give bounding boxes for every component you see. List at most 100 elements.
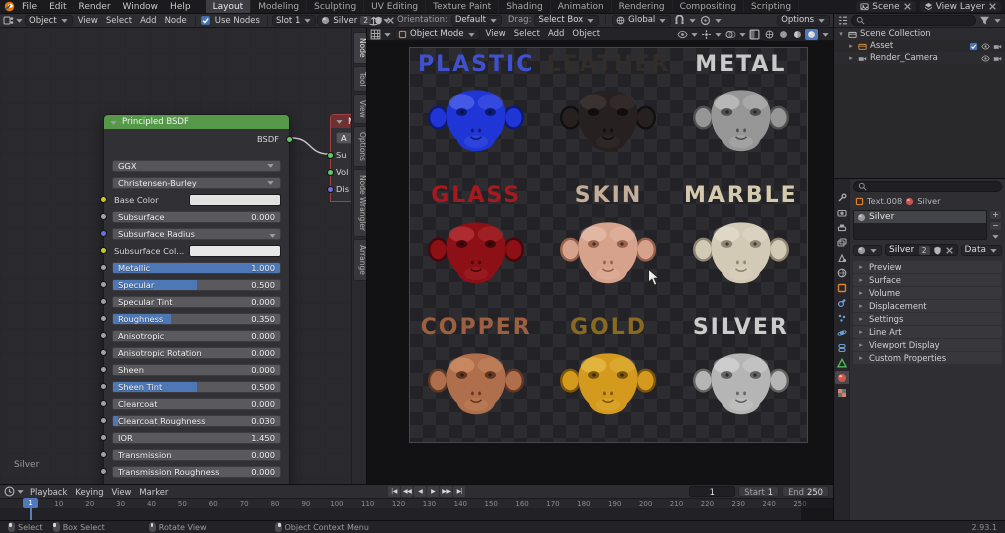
outliner-row-scene-collection[interactable]: ▾ Scene Collection: [834, 28, 1005, 40]
previous-keyframe-button[interactable]: ◀◀: [401, 486, 414, 497]
material-sample-glass[interactable]: GLASS: [410, 179, 542, 310]
timeline-menu-view[interactable]: View: [108, 487, 136, 497]
breadcrumb-material[interactable]: Silver: [917, 196, 940, 206]
properties-tab-modifiers[interactable]: [835, 296, 849, 309]
input-socket-sheen-tint[interactable]: [100, 383, 107, 390]
sidebar-tab-tool[interactable]: Tool: [353, 65, 366, 93]
shading-material-preview-button[interactable]: [791, 29, 804, 40]
caret-down-icon[interactable]: [821, 30, 830, 39]
input-socket-subsurface-col[interactable]: [100, 247, 107, 254]
collapse-icon[interactable]: [109, 118, 118, 127]
workspace-tab-uv-editing[interactable]: UV Editing: [364, 0, 427, 13]
jump-to-end-button[interactable]: ▶|: [453, 486, 466, 497]
subsurface-method-dropdown[interactable]: Christensen-Burley: [112, 176, 281, 189]
input-socket-transmission[interactable]: [100, 451, 107, 458]
input-socket-specular-tint[interactable]: [100, 298, 107, 305]
overlays-toggle-icon[interactable]: [725, 29, 736, 40]
collapse-icon[interactable]: [335, 117, 344, 126]
shader-type-dropdown[interactable]: Object: [25, 15, 73, 26]
param-roughness[interactable]: Roughness 0.350: [112, 312, 281, 325]
suzanne-copper[interactable]: [428, 341, 525, 425]
suzanne-gold[interactable]: [560, 341, 657, 425]
input-socket-ior[interactable]: [100, 434, 107, 441]
disclosure-icon[interactable]: ▾: [837, 30, 845, 38]
material-sample-skin[interactable]: SKIN: [542, 179, 674, 310]
add-slot-button[interactable]: +: [989, 210, 1002, 220]
properties-tab-output[interactable]: [835, 221, 849, 234]
suzanne-marble[interactable]: [692, 210, 789, 294]
param-sheen-tint[interactable]: Sheen Tint 0.500: [112, 380, 281, 393]
param-metallic[interactable]: Metallic 1.000: [112, 261, 281, 274]
checkbox-toggle-icon[interactable]: [969, 42, 978, 51]
breadcrumb-object[interactable]: Text.008: [867, 196, 902, 206]
sidebar-tab-arrange[interactable]: Arrange: [353, 238, 366, 281]
viewport-menu-view[interactable]: View: [482, 29, 510, 39]
timeline[interactable]: Playback Keying View Marker |◀ ◀◀ ◀ ▶ ▶▶ ▶| 1 St…: [0, 484, 833, 521]
camera-toggle-icon[interactable]: [993, 42, 1002, 51]
eye-toggle-icon[interactable]: [981, 42, 990, 51]
transform-space-dropdown[interactable]: Global: [612, 14, 672, 26]
input-socket-anisotropic[interactable]: [100, 332, 107, 339]
properties-tab-physics[interactable]: [835, 326, 849, 339]
panel-surface[interactable]: ▸ Surface: [853, 274, 1002, 286]
menu-file[interactable]: File: [16, 0, 43, 13]
param-subsurface[interactable]: Subsurface 0.000: [112, 210, 281, 223]
eye-toggle-icon[interactable]: [981, 54, 990, 63]
disclosure-icon[interactable]: ▸: [847, 54, 855, 62]
panel-volume[interactable]: ▸ Volume: [853, 287, 1002, 299]
material-sample-copper[interactable]: COPPER: [410, 311, 542, 442]
properties-tab-object[interactable]: [835, 281, 849, 294]
fake-user-icon[interactable]: [933, 246, 942, 255]
sidebar-tab-options[interactable]: Options: [353, 125, 366, 167]
panel-displacement[interactable]: ▸ Displacement: [853, 300, 1002, 312]
param-anisotropic-rotation[interactable]: Anisotropic Rotation 0.000: [112, 346, 281, 359]
drag-mode-dropdown[interactable]: Select Box: [534, 14, 600, 26]
properties-tab-material[interactable]: [835, 371, 849, 384]
material-sample-plastic[interactable]: PLASTIC: [410, 48, 542, 179]
workspace-tab-animation[interactable]: Animation: [551, 0, 612, 13]
viewport-3d[interactable]: Object Mode View Select Add Object PLASTIC L…: [366, 28, 833, 484]
frame-end-field[interactable]: End 250: [782, 486, 829, 497]
visibility-toggles-icon[interactable]: [677, 29, 688, 40]
blender-logo-icon[interactable]: [4, 1, 15, 12]
properties-search-input[interactable]: [853, 181, 1002, 192]
viewport-menu-object[interactable]: Object: [568, 29, 604, 39]
panel-viewport-display[interactable]: ▸ Viewport Display: [853, 339, 1002, 351]
workspace-tab-compositing[interactable]: Compositing: [673, 0, 745, 13]
proportional-editing-icon[interactable]: [700, 15, 711, 26]
suzanne-metal[interactable]: [692, 78, 789, 162]
scene-unlink-icon[interactable]: [903, 2, 912, 11]
menu-render[interactable]: Render: [73, 0, 117, 13]
suzanne-leather[interactable]: [560, 78, 657, 162]
timeline-menu-marker[interactable]: Marker: [135, 487, 172, 497]
properties-tab-constraints[interactable]: [835, 341, 849, 354]
browse-material-button[interactable]: [853, 244, 882, 256]
frame-start-field[interactable]: Start 1: [738, 486, 780, 497]
shading-rendered-button[interactable]: [805, 28, 818, 40]
param-sheen[interactable]: Sheen 0.000: [112, 363, 281, 376]
param-specular[interactable]: Specular 0.500: [112, 278, 281, 291]
orientation-dropdown[interactable]: Default: [450, 14, 502, 26]
outliner-row-render-camera[interactable]: ▸ Render_Camera: [834, 52, 1005, 64]
outliner-search-input[interactable]: [851, 15, 976, 26]
suzanne-plastic[interactable]: [428, 78, 525, 162]
material-name-field[interactable]: Silver 2: [885, 244, 958, 256]
editor-type-node-icon[interactable]: [3, 15, 14, 26]
shader-menu-select[interactable]: Select: [102, 16, 136, 26]
filter-icon[interactable]: [979, 15, 990, 26]
shader-editor[interactable]: Principled BSDF BSDF GGX Christensen-Burle…: [0, 28, 366, 484]
param-subsurface-radius[interactable]: Subsurface Radius: [112, 227, 281, 240]
input-socket-clearcoat[interactable]: [100, 400, 107, 407]
material-slot-selected[interactable]: Silver: [854, 211, 986, 223]
input-socket-roughness[interactable]: [100, 315, 107, 322]
input-socket-metallic[interactable]: [100, 264, 107, 271]
shading-solid-button[interactable]: [777, 29, 790, 40]
properties-tab-world[interactable]: [835, 266, 849, 279]
input-socket-sheen[interactable]: [100, 366, 107, 373]
editor-type-viewport-icon[interactable]: [370, 29, 381, 40]
sidebar-tab-node-wrangler[interactable]: Node Wrangler: [353, 168, 366, 237]
param-clearcoat[interactable]: Clearcoat 0.000: [112, 397, 281, 410]
scene-selector[interactable]: Scene: [856, 1, 916, 12]
playhead-frame-label[interactable]: 1: [23, 498, 39, 508]
input-socket-subsurface[interactable]: [100, 213, 107, 220]
